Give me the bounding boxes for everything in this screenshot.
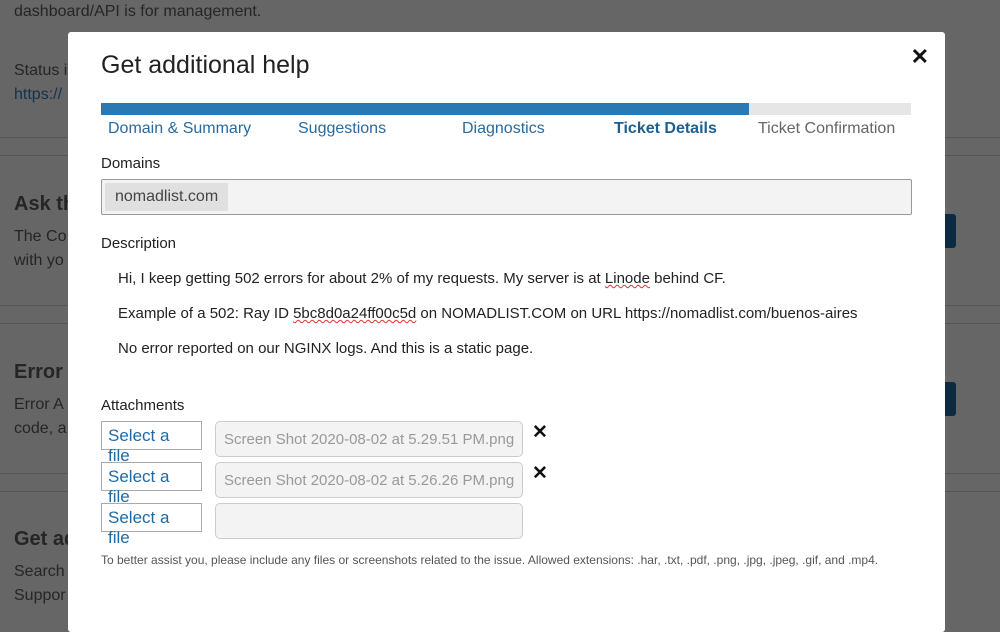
domains-label: Domains [101,155,161,172]
domains-input[interactable]: nomadlist.com [101,179,912,215]
step-suggestions[interactable]: Suggestions [298,120,386,138]
bg-get-heading: Get ad [14,528,77,550]
bg-text: code, a [14,420,67,437]
attachment-filename-2: Screen Shot 2020-08-02 at 5.26.26 PM.png [215,462,523,498]
description-textarea[interactable]: Hi, I keep getting 502 errors for about … [101,260,912,365]
bg-status-text: Status i [14,62,68,79]
help-modal: Get additional help ✕ Domain & Summary S… [68,32,945,632]
bg-ask-heading: Ask th [14,193,76,215]
domain-chip[interactable]: nomadlist.com [105,183,229,211]
bg-text: with yo [14,252,64,269]
description-label: Description [101,235,177,252]
step-ticket-details[interactable]: Ticket Details [614,120,717,138]
select-file-button-3[interactable]: Select a file [101,503,202,547]
select-file-button-1[interactable]: Select a file [101,421,202,465]
step-diagnostics[interactable]: Diagnostics [462,120,545,138]
attachments-label: Attachments [101,397,185,414]
bg-status-link[interactable]: https:// [14,86,62,104]
remove-attachment-icon[interactable]: ✕ [532,421,548,444]
description-line: Hi, I keep getting 502 errors for about … [118,270,726,287]
close-icon[interactable]: ✕ [911,44,929,70]
progress-fill [101,103,749,115]
bg-text: Search [14,563,65,580]
bg-text: The Co [14,228,67,245]
bg-text: dashboard/API is for management. [14,3,262,20]
attachments-help-text: To better assist you, please include any… [101,553,879,567]
attachment-filename-1: Screen Shot 2020-08-02 at 5.29.51 PM.png [215,421,523,457]
step-tabs: Domain & Summary Suggestions Diagnostics… [101,120,911,140]
description-line: Example of a 502: Ray ID 5bc8d0a24ff00c5… [118,305,858,322]
step-ticket-confirmation: Ticket Confirmation [758,120,896,137]
description-line: No error reported on our NGINX logs. And… [118,340,534,357]
step-domain-summary[interactable]: Domain & Summary [108,120,251,138]
progress-bar [101,103,911,115]
bg-text: Error A [14,396,64,413]
select-file-button-2[interactable]: Select a file [101,462,202,506]
remove-attachment-icon[interactable]: ✕ [532,462,548,485]
attachment-filename-3 [215,503,523,539]
bg-text: Suppor [14,587,66,604]
modal-title: Get additional help [101,51,310,79]
